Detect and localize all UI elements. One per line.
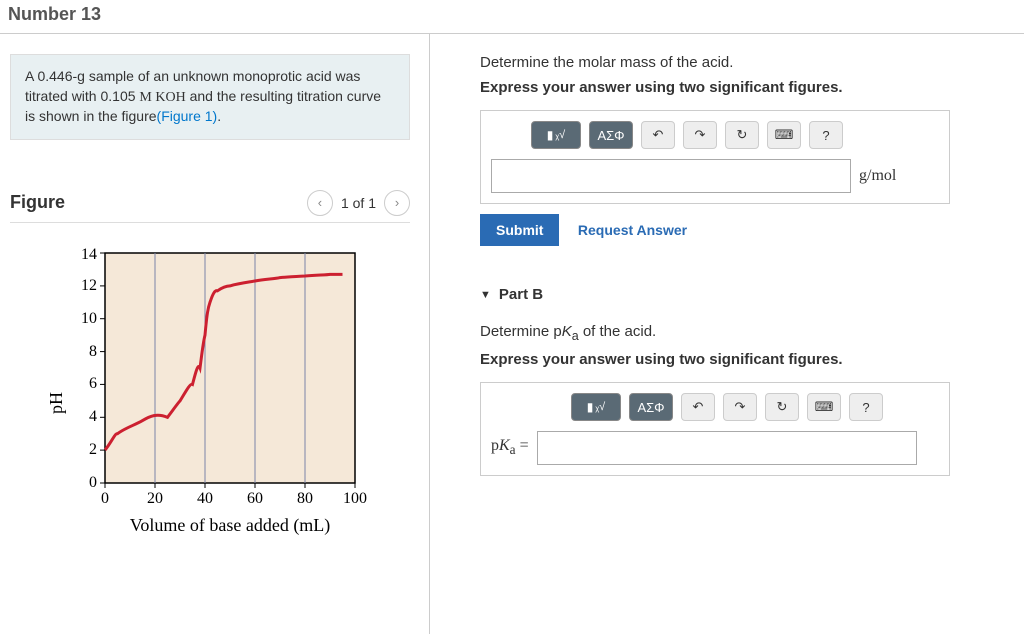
part-b-answer-box: ▮ᵪ√ ΑΣΦ ↶ ↷ ↻ ⌨ ? pKa = xyxy=(480,382,950,476)
problem-koh: M KOH xyxy=(139,90,185,105)
request-answer-link[interactable]: Request Answer xyxy=(578,222,687,238)
svg-text:60: 60 xyxy=(247,490,263,507)
figure-next-button[interactable]: › xyxy=(384,190,410,216)
figure-divider xyxy=(10,222,410,223)
svg-text:4: 4 xyxy=(89,408,97,425)
svg-text:12: 12 xyxy=(81,277,97,294)
template-button[interactable]: ▮ᵪ√ xyxy=(571,393,621,421)
submit-button[interactable]: Submit xyxy=(480,214,559,246)
greek-button[interactable]: ΑΣΦ xyxy=(629,393,673,421)
reset-button[interactable]: ↻ xyxy=(725,121,759,149)
part-a-unit: g/mol xyxy=(859,167,896,185)
x-axis-label: Volume of base added (mL) xyxy=(130,515,331,536)
part-b-variable-label: pKa = xyxy=(491,437,529,458)
undo-button[interactable]: ↶ xyxy=(681,393,715,421)
keyboard-button[interactable]: ⌨ xyxy=(807,393,841,421)
svg-text:100: 100 xyxy=(343,490,367,507)
help-button[interactable]: ? xyxy=(849,393,883,421)
problem-statement: A 0.446-g sample of an unknown monoproti… xyxy=(10,54,410,140)
help-button[interactable]: ? xyxy=(809,121,843,149)
reset-button[interactable]: ↻ xyxy=(765,393,799,421)
part-a-subinstruction: Express your answer using two significan… xyxy=(480,79,1014,96)
figure-prev-button[interactable]: ‹ xyxy=(307,190,333,216)
part-a-answer-box: ▮ᵪ√ ΑΣΦ ↶ ↷ ↻ ⌨ ? g/mol xyxy=(480,110,950,204)
svg-text:0: 0 xyxy=(101,490,109,507)
svg-text:2: 2 xyxy=(89,441,97,458)
redo-button[interactable]: ↷ xyxy=(683,121,717,149)
part-b-title: Part B xyxy=(499,286,543,303)
figure-pager-label: 1 of 1 xyxy=(341,195,376,211)
template-button[interactable]: ▮ᵪ√ xyxy=(531,121,581,149)
part-b-header[interactable]: ▼ Part B xyxy=(480,286,1014,303)
undo-button[interactable]: ↶ xyxy=(641,121,675,149)
keyboard-button[interactable]: ⌨ xyxy=(767,121,801,149)
collapse-icon: ▼ xyxy=(480,289,491,301)
redo-button[interactable]: ↷ xyxy=(723,393,757,421)
chart-container: pH 0 2 4 6 8 10 xyxy=(10,243,415,543)
part-a-instruction: Determine the molar mass of the acid. xyxy=(480,54,1014,71)
svg-text:10: 10 xyxy=(81,310,97,327)
svg-text:40: 40 xyxy=(197,490,213,507)
svg-text:8: 8 xyxy=(89,343,97,360)
svg-text:20: 20 xyxy=(147,490,163,507)
page-title: Number 13 xyxy=(0,0,1024,33)
greek-button[interactable]: ΑΣΦ xyxy=(589,121,633,149)
part-a-toolbar: ▮ᵪ√ ΑΣΦ ↶ ↷ ↻ ⌨ ? xyxy=(491,121,939,149)
svg-text:14: 14 xyxy=(81,246,97,263)
plot-background xyxy=(105,253,355,483)
figure-link[interactable]: (Figure 1) xyxy=(157,108,218,124)
titration-chart: pH 0 2 4 6 8 10 xyxy=(50,243,380,543)
part-b-subinstruction: Express your answer using two significan… xyxy=(480,351,1014,368)
y-axis-label: pH xyxy=(50,392,66,414)
svg-text:6: 6 xyxy=(89,375,97,392)
right-panel: Determine the molar mass of the acid. Ex… xyxy=(430,34,1024,634)
part-b-answer-input[interactable] xyxy=(537,431,917,465)
svg-text:0: 0 xyxy=(89,474,97,491)
x-tick-labels: 0 20 40 60 80 100 xyxy=(101,483,367,507)
y-tick-labels: 0 2 4 6 8 10 12 14 xyxy=(81,246,105,491)
figure-title: Figure xyxy=(10,192,65,213)
part-b-toolbar: ▮ᵪ√ ΑΣΦ ↶ ↷ ↻ ⌨ ? xyxy=(491,393,939,421)
figure-pager: ‹ 1 of 1 › xyxy=(307,190,410,216)
part-b-instruction: Determine pKa of the acid. xyxy=(480,323,1014,343)
problem-text-c: . xyxy=(217,108,221,124)
left-panel: A 0.446-g sample of an unknown monoproti… xyxy=(0,34,430,634)
part-a-answer-input[interactable] xyxy=(491,159,851,193)
svg-text:80: 80 xyxy=(297,490,313,507)
